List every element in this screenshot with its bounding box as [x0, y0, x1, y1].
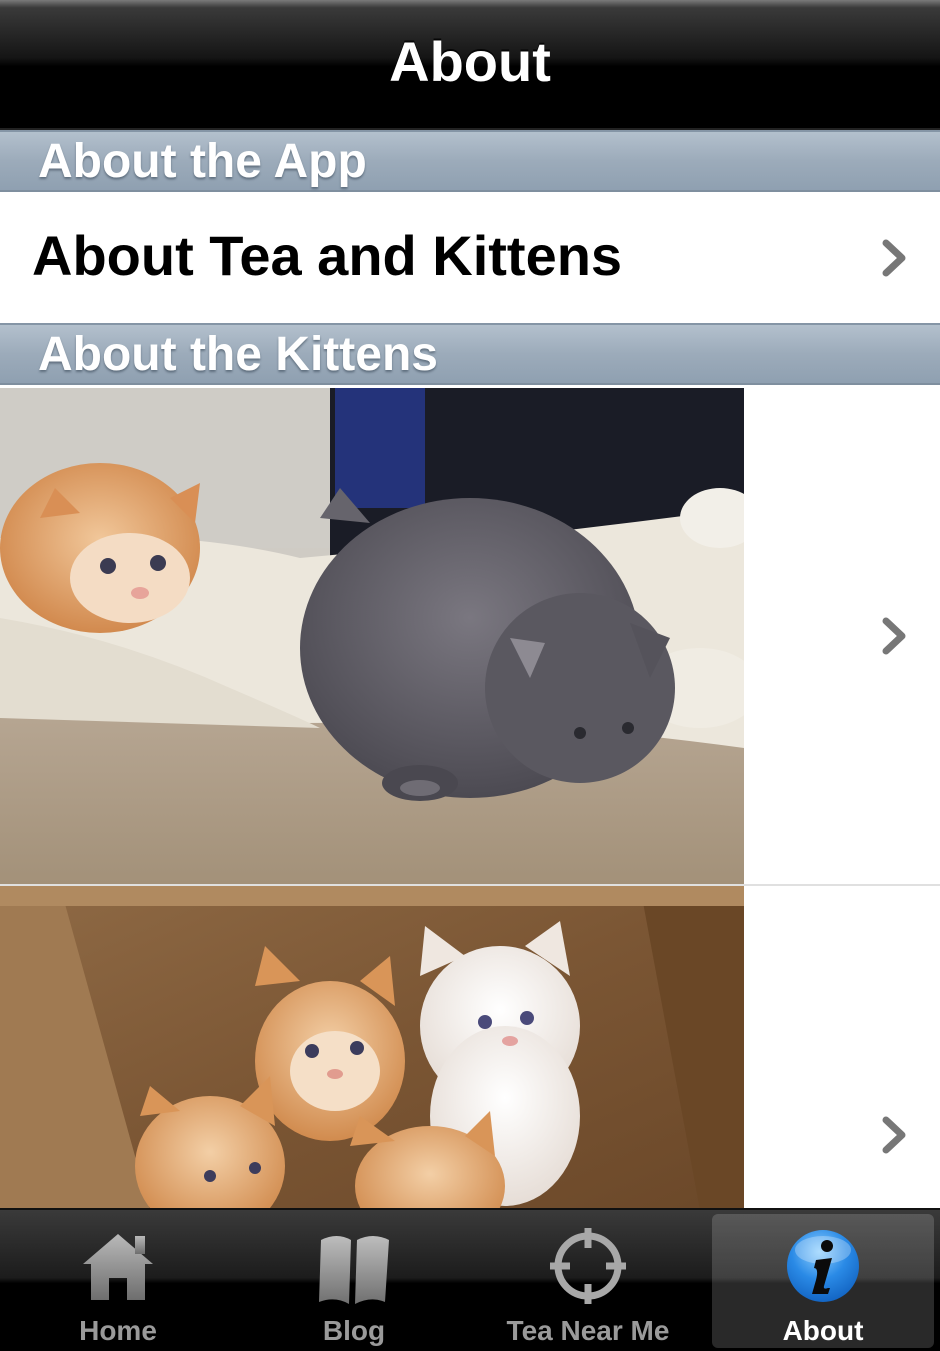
section-header-label: About the Kittens: [38, 328, 438, 381]
kitten-photo-row[interactable]: [0, 388, 940, 886]
home-icon: [83, 1234, 153, 1300]
kittens-in-box-photo: [0, 886, 744, 1210]
tab-tea-near-me[interactable]: Tea Near Me: [478, 1214, 698, 1348]
row-label: About Tea and Kittens: [32, 224, 623, 287]
about-tea-and-kittens-row[interactable]: About Tea and Kittens: [0, 192, 940, 323]
kitten-photo-row[interactable]: [0, 886, 940, 1210]
section-header-label: About the App: [38, 135, 367, 188]
chevron-right-icon: [882, 617, 906, 655]
crosshair-icon: [550, 1228, 626, 1304]
tab-bar: Home Blog Tea Near Me About: [0, 1208, 940, 1351]
section-header-about-app: About the App: [0, 130, 940, 192]
info-icon: [787, 1230, 859, 1302]
tab-label: Tea Near Me: [506, 1315, 670, 1346]
tab-home[interactable]: Home: [8, 1214, 228, 1348]
chevron-right-icon: [882, 239, 906, 277]
tab-about[interactable]: About: [712, 1214, 934, 1348]
section-header-about-kittens: About the Kittens: [0, 323, 940, 385]
tab-label: Home: [79, 1315, 157, 1346]
screen: About About the App About Tea and Kitten…: [0, 0, 940, 1351]
tab-label: Blog: [322, 1315, 386, 1346]
book-icon: [319, 1236, 389, 1304]
gray-and-orange-kittens-photo: [0, 388, 744, 884]
chevron-right-icon: [882, 1116, 906, 1154]
tab-label: About: [782, 1315, 864, 1346]
navigation-bar: About: [0, 0, 940, 130]
tab-blog[interactable]: Blog: [244, 1214, 464, 1348]
page-title: About: [389, 29, 551, 93]
